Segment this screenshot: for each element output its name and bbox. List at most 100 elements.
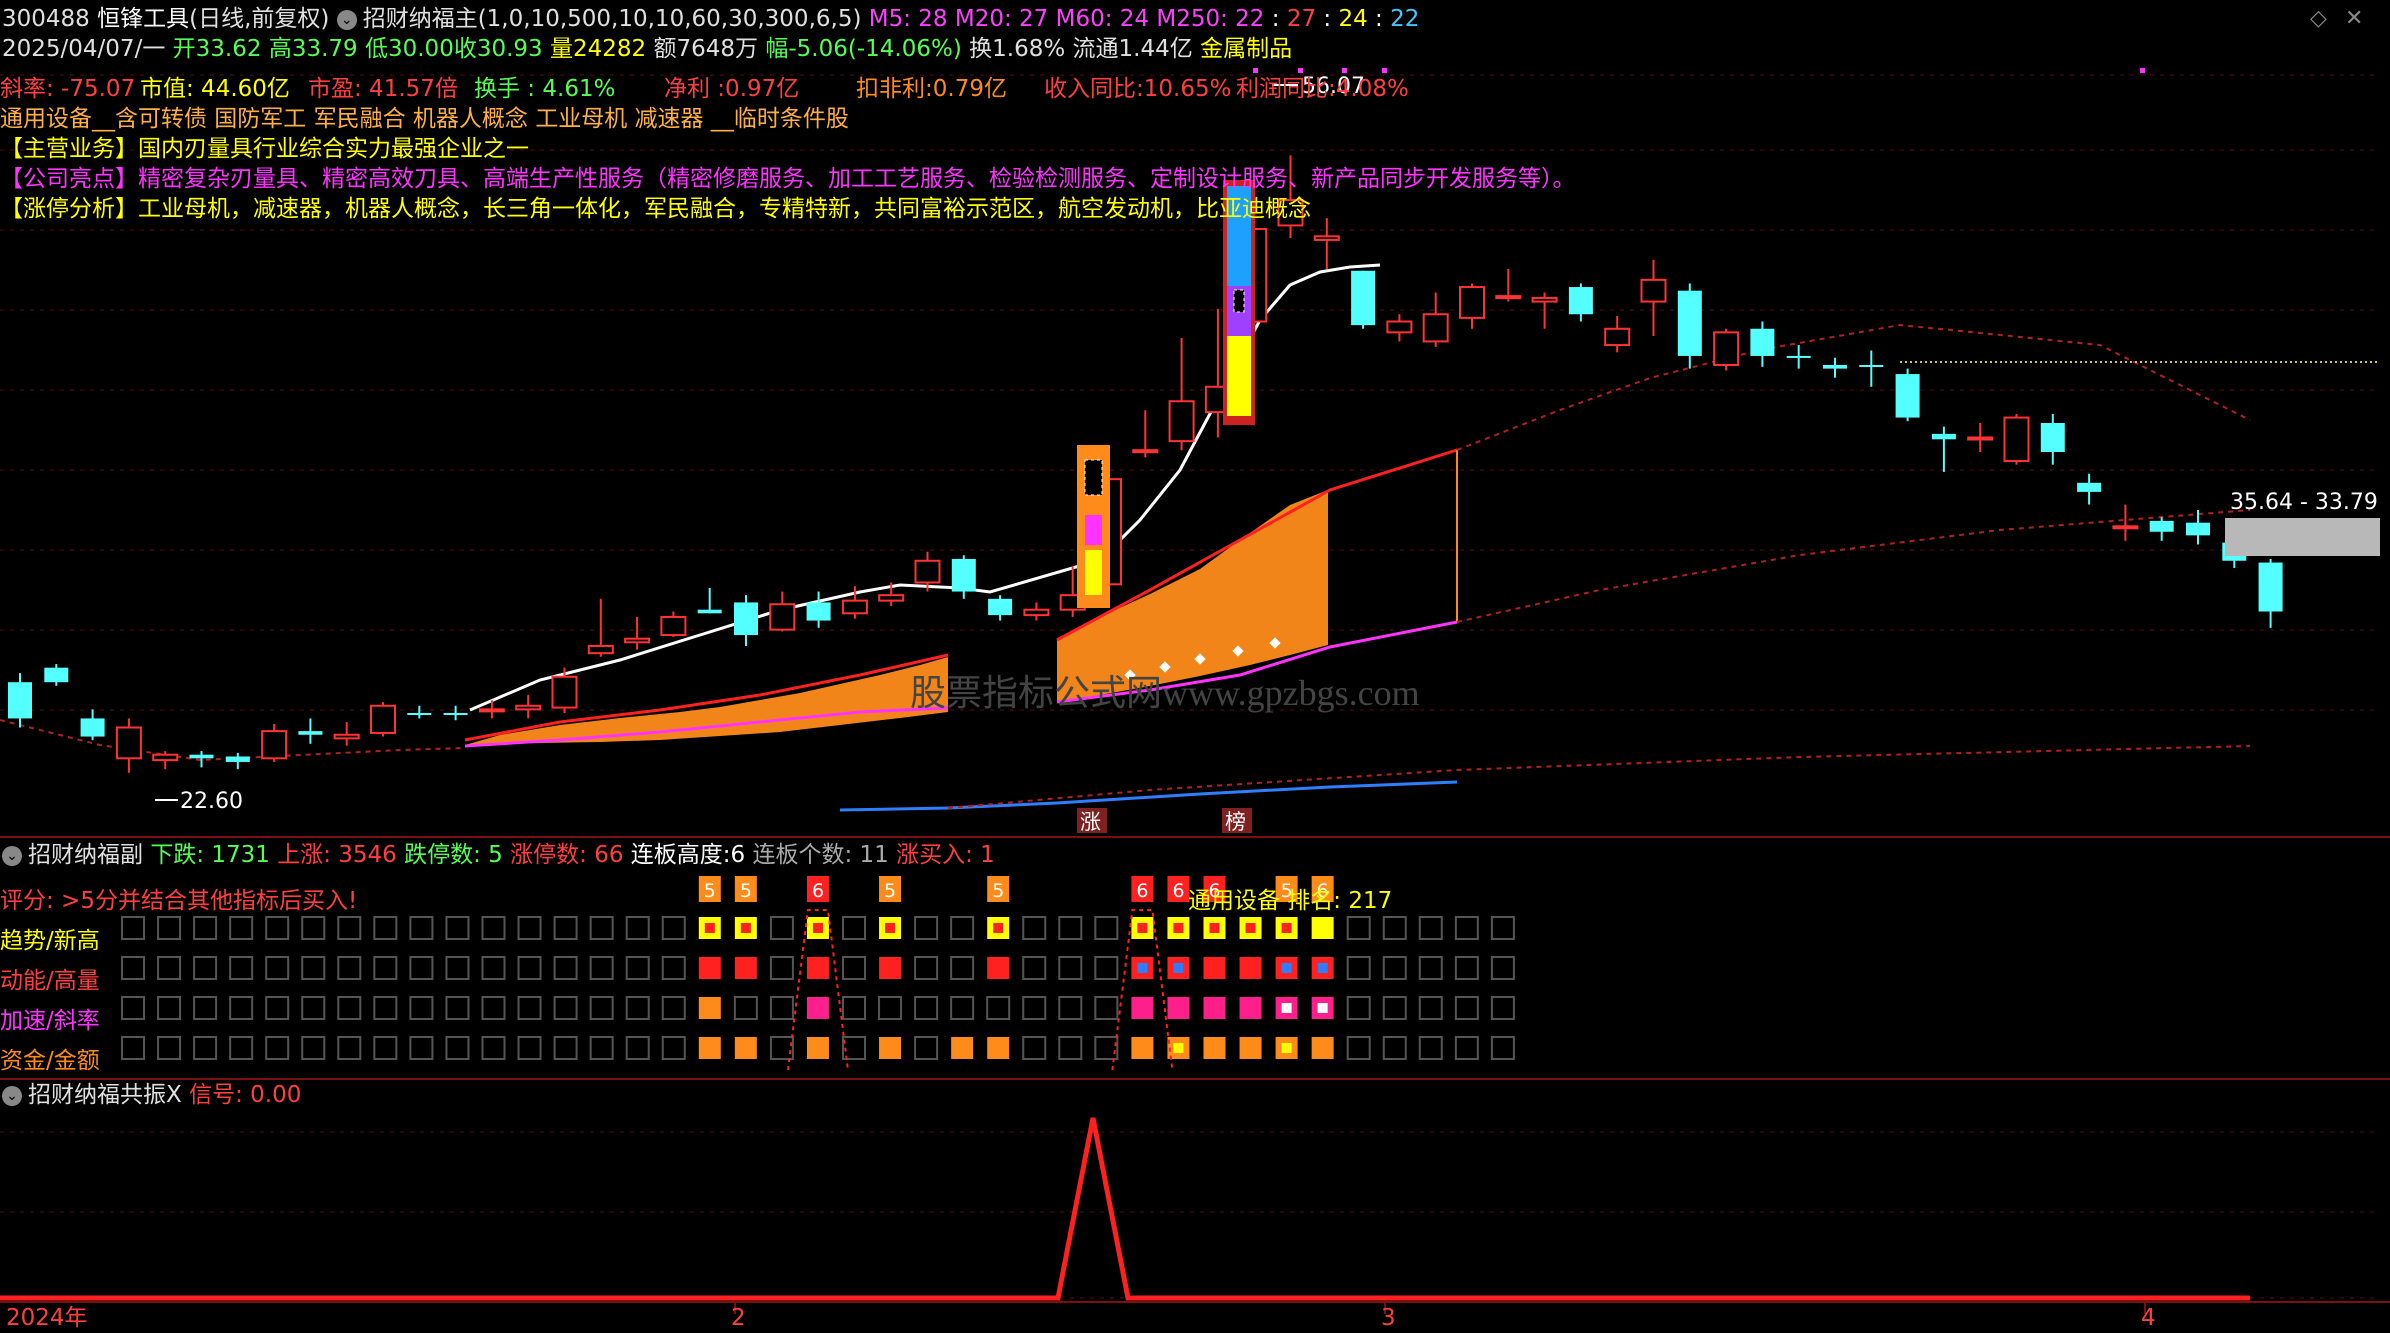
stock-name[interactable]: 恒锋工具: [97, 6, 189, 32]
candle[interactable]: [8, 682, 32, 719]
candle[interactable]: [80, 718, 105, 737]
candle[interactable]: [914, 559, 941, 584]
grid-core: [1173, 923, 1184, 933]
candle[interactable]: [1823, 365, 1847, 369]
grid-cell: [1058, 1036, 1083, 1060]
grid-cell: [1131, 1037, 1154, 1059]
candle[interactable]: [2077, 482, 2102, 492]
candle[interactable]: [1786, 355, 1811, 358]
candle[interactable]: [1495, 295, 1522, 300]
candle[interactable]: [1931, 433, 1956, 440]
period-label[interactable]: (日线,前复权): [189, 6, 329, 32]
row-label-accel: 加速/斜率: [0, 1008, 100, 1034]
candle[interactable]: [1640, 278, 1667, 303]
quote-amount: 额7648万: [653, 36, 759, 62]
grid-cell: [337, 996, 362, 1020]
candle[interactable]: [1604, 327, 1631, 347]
candle[interactable]: [298, 731, 323, 735]
candle[interactable]: [1677, 290, 1702, 356]
close-icon[interactable]: ✕: [2345, 4, 2363, 34]
candle[interactable]: [407, 713, 432, 715]
grid-cell: [698, 957, 721, 979]
res-header: ⌄ 招财纳福共振X 信号: 0.00: [2, 1080, 301, 1110]
grid-cell: [950, 996, 975, 1020]
candle[interactable]: [2040, 423, 2065, 452]
limitup-analysis: 【涨停分析】工业母机，减速器，机器人概念，长三角一体化，军民融合，专精特新，共同…: [0, 196, 1311, 222]
ma-label: 24: [1331, 6, 1368, 32]
candle[interactable]: [1750, 328, 1775, 356]
panel-divider-2[interactable]: [0, 1078, 2390, 1080]
grid-cell: [806, 1037, 829, 1059]
candle[interactable]: [1168, 400, 1195, 443]
candle[interactable]: [988, 598, 1013, 616]
panel-divider-1[interactable]: [0, 836, 2390, 838]
candle[interactable]: [225, 756, 250, 762]
candle[interactable]: [1531, 296, 1558, 303]
grid-cell: [553, 1036, 578, 1060]
grid-cell: [914, 1036, 939, 1060]
candle[interactable]: [660, 615, 687, 637]
indicator-name[interactable]: 招财纳福主(1,0,10,500,10,10,60,30,300,6,5): [363, 6, 862, 32]
candle[interactable]: [2112, 525, 2139, 530]
grid-cell: [1382, 956, 1407, 980]
grid-cell: [1490, 1036, 1515, 1060]
candle[interactable]: [1568, 287, 1593, 315]
indicator-menu-icon[interactable]: ⌄: [336, 9, 357, 30]
profit-yoy-stat: 利润同比:4.08%: [1236, 76, 1409, 102]
grid-cell: [878, 996, 903, 1020]
candle[interactable]: [1713, 331, 1740, 366]
candle[interactable]: [587, 644, 614, 655]
candle[interactable]: [152, 753, 179, 762]
candle[interactable]: [1132, 449, 1159, 454]
candle[interactable]: [1313, 235, 1340, 241]
candle[interactable]: [44, 667, 69, 683]
stock-code[interactable]: 300488: [2, 6, 90, 32]
candle[interactable]: [2003, 416, 2030, 463]
candle[interactable]: [2258, 562, 2283, 612]
candle[interactable]: [1459, 286, 1485, 319]
candle[interactable]: [1967, 436, 1994, 441]
candle[interactable]: [1386, 320, 1413, 334]
candle[interactable]: [478, 708, 505, 713]
candle[interactable]: [624, 637, 651, 644]
sub-title[interactable]: 招财纳福副: [28, 842, 143, 868]
grid-cell: [265, 956, 290, 980]
candle[interactable]: [878, 594, 905, 602]
candle[interactable]: [806, 602, 831, 621]
candle[interactable]: [697, 609, 722, 614]
resonance-chart[interactable]: [0, 1082, 2390, 1332]
grid-cell: [589, 956, 614, 980]
candle[interactable]: [115, 726, 142, 760]
candle[interactable]: [2186, 522, 2210, 536]
grid-cell: [1418, 916, 1443, 940]
candle[interactable]: [1422, 313, 1449, 343]
candle[interactable]: [1895, 374, 1920, 418]
candle[interactable]: [1023, 608, 1050, 617]
grid-cell: [950, 956, 975, 980]
candle[interactable]: [769, 603, 796, 631]
candle[interactable]: [734, 602, 758, 636]
candle[interactable]: [261, 730, 288, 760]
candle[interactable]: [1351, 270, 1376, 326]
sub-chart[interactable]: 5565566656: [0, 840, 2390, 1080]
candle[interactable]: [189, 754, 214, 759]
sub-menu-icon[interactable]: ⌄: [2, 845, 22, 866]
res-menu-icon[interactable]: ⌄: [2, 1085, 22, 1106]
candle[interactable]: [551, 675, 578, 709]
candle[interactable]: [951, 558, 976, 592]
candle[interactable]: [370, 704, 396, 734]
grid-cell: [337, 916, 362, 940]
grid-cell: [1454, 956, 1479, 980]
candle[interactable]: [2149, 520, 2174, 532]
candle[interactable]: [1859, 365, 1884, 367]
candle[interactable]: [515, 704, 542, 711]
grid-cell: [1239, 1037, 1262, 1059]
candle[interactable]: [841, 599, 868, 615]
grid-core: [740, 923, 751, 933]
candle[interactable]: [443, 713, 468, 715]
panel-toggle-icon[interactable]: ◇: [2310, 4, 2327, 34]
quote-turnover: 换1.68%: [969, 36, 1066, 62]
quote-sector[interactable]: 金属制品: [1200, 36, 1292, 62]
candle[interactable]: [333, 733, 360, 740]
res-title[interactable]: 招财纳福共振X: [28, 1082, 182, 1108]
